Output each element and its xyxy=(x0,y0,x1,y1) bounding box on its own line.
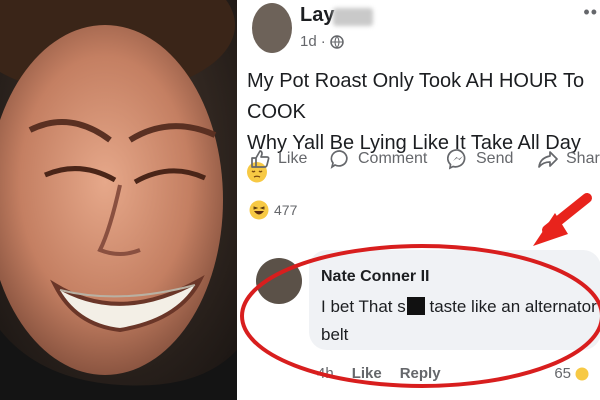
commenter-name[interactable]: Nate Conner II xyxy=(321,268,429,286)
share-arrow-icon xyxy=(538,151,558,168)
laughing-emoji-icon xyxy=(575,367,589,380)
comment-time[interactable]: 4h xyxy=(317,365,334,382)
reaction-count: 477 xyxy=(274,202,298,218)
more-options-button[interactable]: •• xyxy=(583,2,598,23)
post-meta: 1d · xyxy=(300,33,344,50)
share-label: Shar xyxy=(566,150,600,167)
globe-icon xyxy=(329,34,344,49)
comment-icon xyxy=(330,150,348,169)
comment-reply-button[interactable]: Reply xyxy=(400,365,441,382)
comment-button[interactable]: Comment xyxy=(329,148,447,170)
post-actions: Like Comment Send Shar xyxy=(249,148,600,170)
censor-bar xyxy=(406,297,425,315)
like-button[interactable]: Like xyxy=(249,148,329,170)
comment: Nate Conner II I bet That s taste like a… xyxy=(247,250,600,382)
comment-text: I bet That s taste like an alternator be… xyxy=(321,293,600,349)
like-label: Like xyxy=(278,150,308,167)
facebook-post: Lay 1d · •• My Pot Roast Only Took AH HO… xyxy=(237,0,600,400)
commenter-avatar[interactable] xyxy=(256,258,302,304)
reaction-photo xyxy=(0,0,237,400)
red-arrow-annotation xyxy=(542,193,592,235)
send-button[interactable]: Send xyxy=(447,148,537,170)
grimacing-man-image xyxy=(0,0,237,400)
post-text: My Pot Roast Only Took AH HOUR To COOK W… xyxy=(247,66,597,190)
comment-bubble: Nate Conner II I bet That s taste like a… xyxy=(309,250,600,350)
comment-label: Comment xyxy=(358,150,428,167)
author-name[interactable]: Lay xyxy=(300,4,334,27)
comment-reaction-count[interactable]: 65 xyxy=(554,365,589,382)
comment-meta: 4h Like Reply xyxy=(317,365,441,382)
post-time[interactable]: 1d xyxy=(300,33,317,50)
author-avatar[interactable] xyxy=(252,3,292,53)
send-label: Send xyxy=(476,150,514,167)
red-arrow-head xyxy=(533,213,568,246)
share-button[interactable]: Shar xyxy=(537,148,600,170)
messenger-icon xyxy=(447,149,466,170)
comment-like-button[interactable]: Like xyxy=(352,365,382,382)
reaction-summary[interactable]: 477 xyxy=(249,200,297,220)
laughing-emoji-icon xyxy=(249,200,269,220)
comment-text-part-1: I bet That s xyxy=(321,297,406,316)
post-text-line-1: My Pot Roast Only Took AH HOUR To COOK xyxy=(247,70,585,123)
blurred-name-redaction xyxy=(333,8,373,26)
comment-reaction-number: 65 xyxy=(554,365,571,382)
thumbs-up-icon xyxy=(251,150,270,168)
separator: · xyxy=(320,33,326,50)
